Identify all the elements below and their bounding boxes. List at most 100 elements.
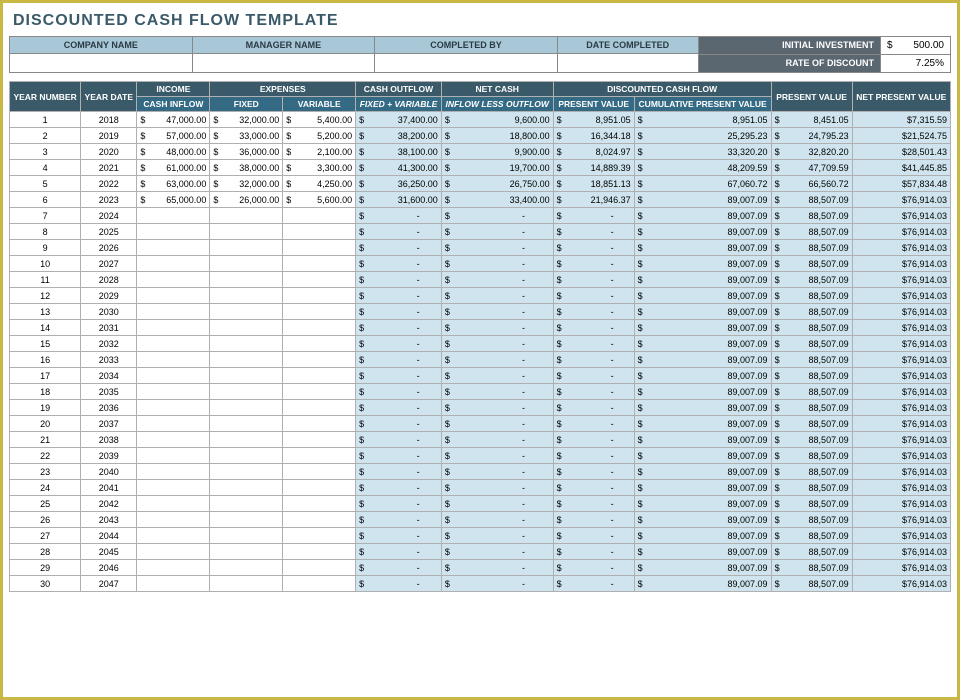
table-cell[interactable]: $89,007.09	[634, 224, 771, 240]
table-cell[interactable]	[283, 304, 356, 320]
table-cell[interactable]	[283, 240, 356, 256]
table-cell[interactable]: $-	[356, 272, 442, 288]
table-cell[interactable]	[137, 464, 210, 480]
table-cell[interactable]: $-	[356, 368, 442, 384]
table-cell[interactable]	[210, 224, 283, 240]
table-cell[interactable]	[137, 336, 210, 352]
table-cell[interactable]	[283, 256, 356, 272]
table-cell[interactable]: $9,900.00	[441, 144, 553, 160]
table-cell[interactable]	[210, 416, 283, 432]
table-cell[interactable]	[210, 400, 283, 416]
table-cell[interactable]: $-	[441, 400, 553, 416]
table-cell[interactable]	[210, 352, 283, 368]
table-cell[interactable]: $67,060.72	[634, 176, 771, 192]
cell-year-number[interactable]: 28	[10, 544, 81, 560]
table-cell[interactable]: $-	[553, 576, 634, 592]
table-cell[interactable]	[283, 352, 356, 368]
table-cell[interactable]	[210, 576, 283, 592]
table-cell[interactable]	[210, 256, 283, 272]
table-cell[interactable]	[283, 400, 356, 416]
table-cell[interactable]: $47,709.59	[771, 160, 852, 176]
table-cell[interactable]: $88,507.09	[771, 368, 852, 384]
table-cell[interactable]	[210, 384, 283, 400]
table-cell[interactable]: $8,451.05	[771, 112, 852, 128]
table-cell[interactable]	[283, 496, 356, 512]
cell-year-date[interactable]: 2025	[81, 224, 137, 240]
table-cell[interactable]: $32,000.00	[210, 176, 283, 192]
cell-year-date[interactable]: 2023	[81, 192, 137, 208]
table-cell[interactable]	[137, 528, 210, 544]
table-cell[interactable]	[283, 448, 356, 464]
table-cell[interactable]: $18,800.00	[441, 128, 553, 144]
table-cell[interactable]: $88,507.09	[771, 512, 852, 528]
table-cell[interactable]: $-	[553, 560, 634, 576]
table-cell[interactable]: $32,000.00	[210, 112, 283, 128]
cell-npv[interactable]: $76,914.03	[852, 272, 950, 288]
cell-year-date[interactable]: 2021	[81, 160, 137, 176]
table-cell[interactable]: $14,889.39	[553, 160, 634, 176]
table-cell[interactable]: $-	[553, 448, 634, 464]
cell-year-date[interactable]: 2028	[81, 272, 137, 288]
table-cell[interactable]: $-	[553, 480, 634, 496]
cell-year-number[interactable]: 30	[10, 576, 81, 592]
table-cell[interactable]: $89,007.09	[634, 336, 771, 352]
table-cell[interactable]: $33,320.20	[634, 144, 771, 160]
table-cell[interactable]: $-	[553, 384, 634, 400]
table-cell[interactable]: $63,000.00	[137, 176, 210, 192]
cell-year-number[interactable]: 21	[10, 432, 81, 448]
table-cell[interactable]: $47,000.00	[137, 112, 210, 128]
table-cell[interactable]	[210, 368, 283, 384]
table-cell[interactable]	[137, 496, 210, 512]
table-cell[interactable]: $36,250.00	[356, 176, 442, 192]
cell-year-number[interactable]: 6	[10, 192, 81, 208]
table-cell[interactable]	[210, 304, 283, 320]
cell-year-date[interactable]: 2041	[81, 480, 137, 496]
table-cell[interactable]: $-	[553, 432, 634, 448]
cell-year-number[interactable]: 13	[10, 304, 81, 320]
table-cell[interactable]: $33,000.00	[210, 128, 283, 144]
cell-year-number[interactable]: 24	[10, 480, 81, 496]
cell-year-date[interactable]: 2045	[81, 544, 137, 560]
table-cell[interactable]: $88,507.09	[771, 336, 852, 352]
table-cell[interactable]: $89,007.09	[634, 464, 771, 480]
cell-year-date[interactable]: 2047	[81, 576, 137, 592]
table-cell[interactable]: $65,000.00	[137, 192, 210, 208]
cell-year-number[interactable]: 17	[10, 368, 81, 384]
table-cell[interactable]: $57,000.00	[137, 128, 210, 144]
cell-year-number[interactable]: 10	[10, 256, 81, 272]
cell-npv[interactable]: $76,914.03	[852, 368, 950, 384]
table-cell[interactable]	[210, 448, 283, 464]
table-cell[interactable]: $89,007.09	[634, 240, 771, 256]
cell-npv[interactable]: $76,914.03	[852, 576, 950, 592]
table-cell[interactable]	[137, 576, 210, 592]
cell-year-number[interactable]: 15	[10, 336, 81, 352]
table-cell[interactable]: $41,300.00	[356, 160, 442, 176]
cell-npv[interactable]: $76,914.03	[852, 416, 950, 432]
date-completed-value[interactable]	[558, 54, 698, 70]
cell-npv[interactable]: $76,914.03	[852, 480, 950, 496]
cell-year-date[interactable]: 2029	[81, 288, 137, 304]
table-cell[interactable]: $88,507.09	[771, 448, 852, 464]
cell-year-date[interactable]: 2034	[81, 368, 137, 384]
table-cell[interactable]: $-	[441, 576, 553, 592]
cell-npv[interactable]: $7,315.59	[852, 112, 950, 128]
cell-year-date[interactable]: 2040	[81, 464, 137, 480]
table-cell[interactable]: $24,795.23	[771, 128, 852, 144]
table-cell[interactable]: $-	[356, 416, 442, 432]
table-cell[interactable]: $38,000.00	[210, 160, 283, 176]
cell-year-date[interactable]: 2038	[81, 432, 137, 448]
cell-year-date[interactable]: 2027	[81, 256, 137, 272]
table-cell[interactable]	[137, 384, 210, 400]
table-cell[interactable]: $-	[441, 304, 553, 320]
cell-year-number[interactable]: 23	[10, 464, 81, 480]
table-cell[interactable]: $26,000.00	[210, 192, 283, 208]
cell-npv[interactable]: $76,914.03	[852, 512, 950, 528]
table-cell[interactable]: $3,300.00	[283, 160, 356, 176]
table-cell[interactable]: $-	[356, 384, 442, 400]
table-cell[interactable]: $-	[356, 560, 442, 576]
table-cell[interactable]	[210, 288, 283, 304]
table-cell[interactable]: $-	[356, 496, 442, 512]
table-cell[interactable]	[137, 560, 210, 576]
cell-npv[interactable]: $76,914.03	[852, 528, 950, 544]
table-cell[interactable]: $88,507.09	[771, 272, 852, 288]
